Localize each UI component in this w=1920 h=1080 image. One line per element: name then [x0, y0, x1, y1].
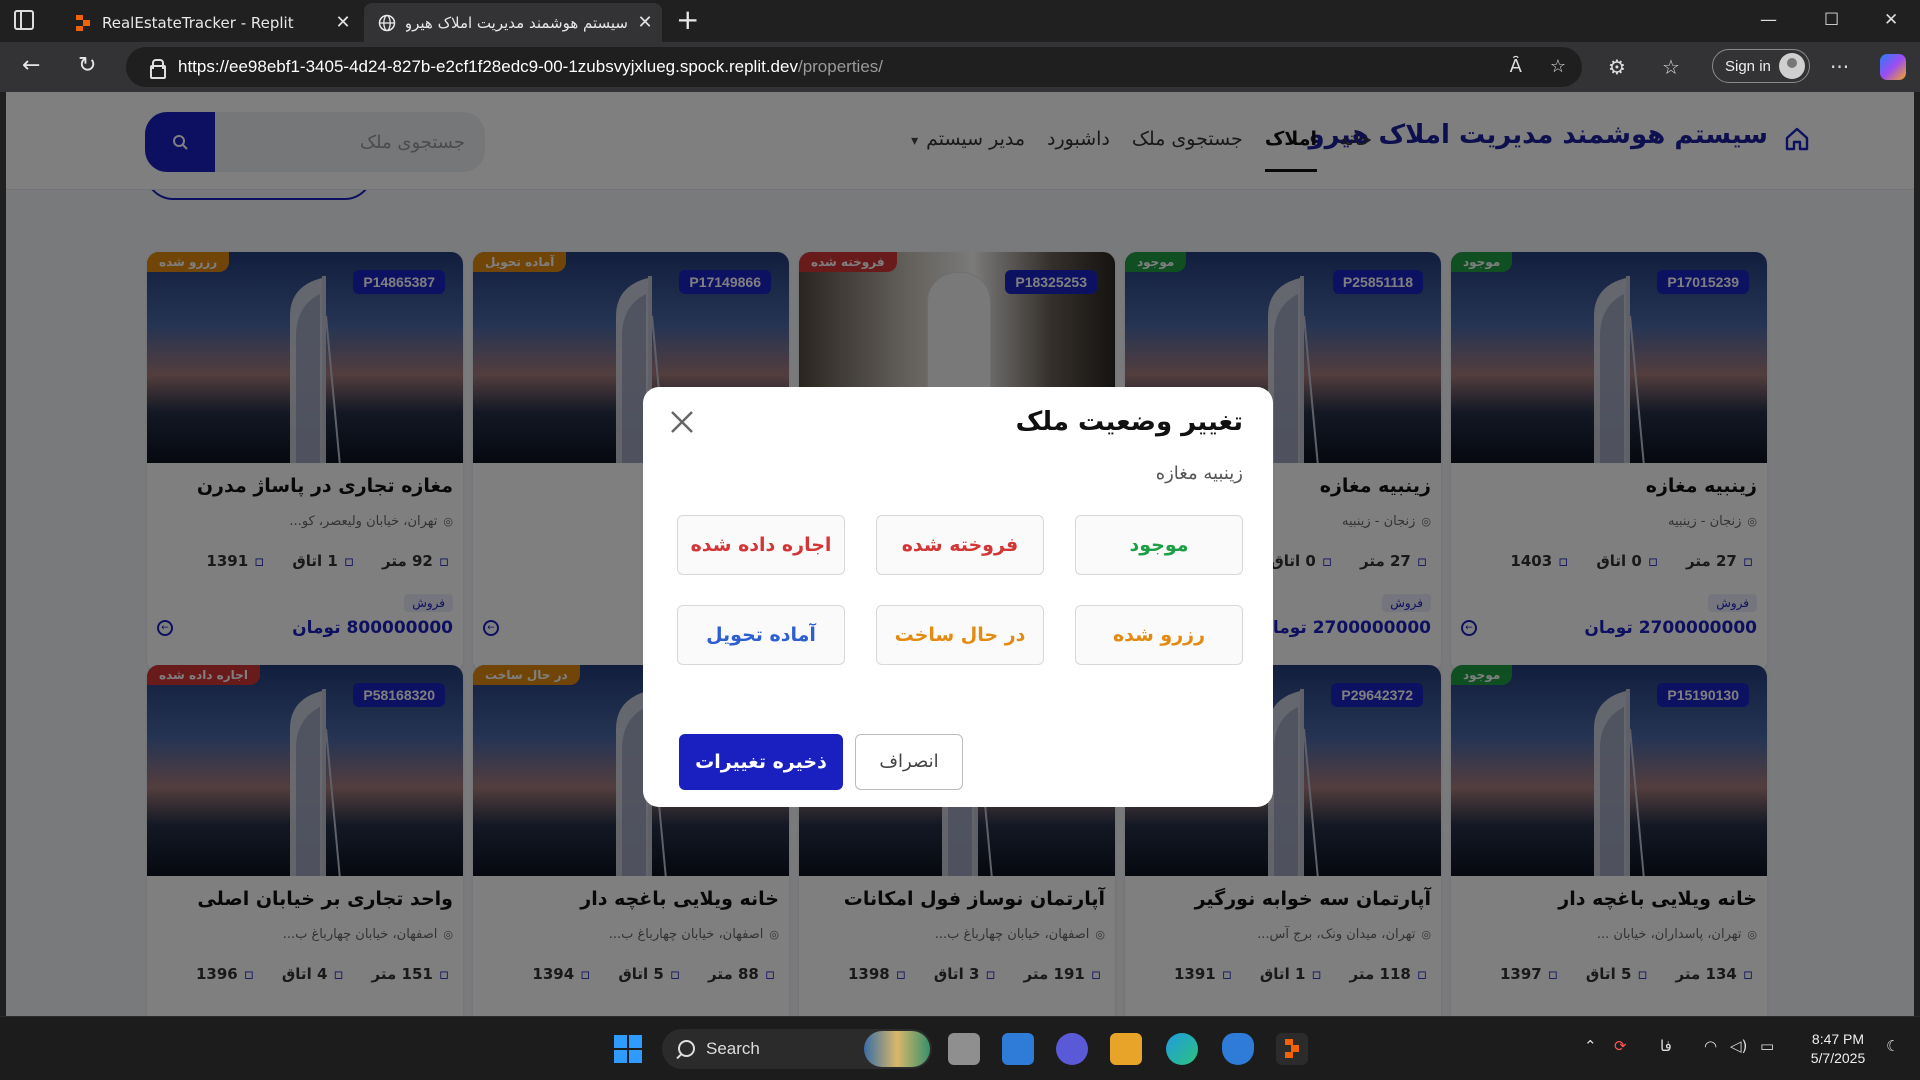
close-tab-icon[interactable]: ✕: [326, 12, 360, 33]
save-changes-button[interactable]: ذخیره تغییرات: [679, 734, 843, 790]
favorite-star-icon[interactable]: ☆: [1550, 47, 1566, 87]
close-window-button[interactable]: ✕: [1884, 10, 1898, 30]
chevron-up-icon[interactable]: ⌃: [1584, 1037, 1597, 1055]
tab-replit[interactable]: RealEstateTracker - Replit ✕: [60, 3, 360, 42]
notifications-icon[interactable]: ☾: [1886, 1037, 1899, 1055]
replit-app-icon[interactable]: [1276, 1033, 1308, 1065]
close-icon[interactable]: [667, 407, 697, 437]
tab-actions-icon[interactable]: [14, 10, 34, 30]
copilot-icon[interactable]: [1880, 54, 1906, 80]
change-status-modal: تغییر وضعیت ملک زینبیه مغازه موجود فروخت…: [643, 387, 1273, 807]
new-tab-button[interactable]: +: [676, 6, 699, 34]
modal-title: تغییر وضعیت ملک: [1015, 407, 1243, 437]
avatar-icon: [1779, 53, 1805, 79]
minimize-button[interactable]: —: [1760, 10, 1777, 30]
address-bar: ← ↻ https://ee98ebf1-3405-4d24-827b-e2cf…: [0, 42, 1920, 92]
clock[interactable]: 8:47 PM 5/7/2025: [1800, 1030, 1876, 1068]
refresh-icon[interactable]: ↻: [78, 53, 96, 78]
windows-taskbar: Search ⌃ ⟳ فا ◠ ◁) ▭ 8:47 PM 5/7/2025 ☾: [0, 1016, 1920, 1080]
windows-start-icon[interactable]: [612, 1033, 644, 1065]
extensions-icon[interactable]: ⚙: [1608, 55, 1626, 79]
edge-icon[interactable]: [1166, 1033, 1198, 1065]
status-ready-button[interactable]: آماده تحویل: [677, 605, 845, 665]
read-aloud-icon[interactable]: Ȃ: [1510, 47, 1522, 87]
sign-in-button[interactable]: Sign in: [1712, 49, 1810, 83]
teams-chat-icon[interactable]: [1056, 1033, 1088, 1065]
status-under-construction-button[interactable]: در حال ساخت: [876, 605, 1044, 665]
more-menu-icon[interactable]: ···: [1830, 55, 1849, 79]
tab-label: سیستم هوشمند مدیریت املاک هیرو: [406, 13, 628, 32]
cancel-button[interactable]: انصراف: [855, 734, 963, 790]
browser-tabbar: RealEstateTracker - Replit ✕ سیستم هوشمن…: [0, 0, 1920, 42]
battery-icon[interactable]: ▭: [1760, 1037, 1774, 1055]
back-arrow-icon[interactable]: ←: [22, 53, 40, 78]
replit-icon: [76, 14, 90, 31]
status-available-button[interactable]: موجود: [1075, 515, 1243, 575]
tab-hiro[interactable]: سیستم هوشمند مدیریت املاک هیرو ✕: [364, 3, 662, 42]
maximize-button[interactable]: ☐: [1824, 10, 1839, 30]
modal-property-name: زینبیه مغازه: [1155, 463, 1243, 484]
defender-icon[interactable]: [1222, 1033, 1254, 1065]
status-rented-button[interactable]: اجاره داده شده: [677, 515, 845, 575]
store-icon[interactable]: [1110, 1033, 1142, 1065]
globe-icon: [378, 14, 396, 31]
close-tab-icon[interactable]: ✕: [628, 12, 662, 33]
header-backdrop: [6, 92, 1914, 190]
volume-icon[interactable]: ◁): [1730, 1037, 1747, 1055]
page: موجودP17015239زینبیه مغازهزنجان - زینبیه…: [6, 92, 1914, 1016]
widgets-icon[interactable]: [1002, 1033, 1034, 1065]
lock-icon: [148, 59, 166, 79]
language-indicator[interactable]: فا: [1660, 1037, 1672, 1055]
wifi-icon[interactable]: ◠: [1704, 1037, 1717, 1055]
sync-icon[interactable]: ⟳: [1614, 1037, 1627, 1055]
tab-label: RealEstateTracker - Replit: [102, 13, 294, 32]
url-text: https://ee98ebf1-3405-4d24-827b-e2cf1f28…: [178, 57, 884, 76]
search-highlight-icon[interactable]: [864, 1031, 930, 1067]
favorites-icon[interactable]: ☆: [1662, 55, 1680, 79]
task-view-icon[interactable]: [948, 1033, 980, 1065]
status-sold-button[interactable]: فروخته شده: [876, 515, 1044, 575]
status-reserved-button[interactable]: رزرو شده: [1075, 605, 1243, 665]
url-field[interactable]: https://ee98ebf1-3405-4d24-827b-e2cf1f28…: [126, 47, 1582, 87]
